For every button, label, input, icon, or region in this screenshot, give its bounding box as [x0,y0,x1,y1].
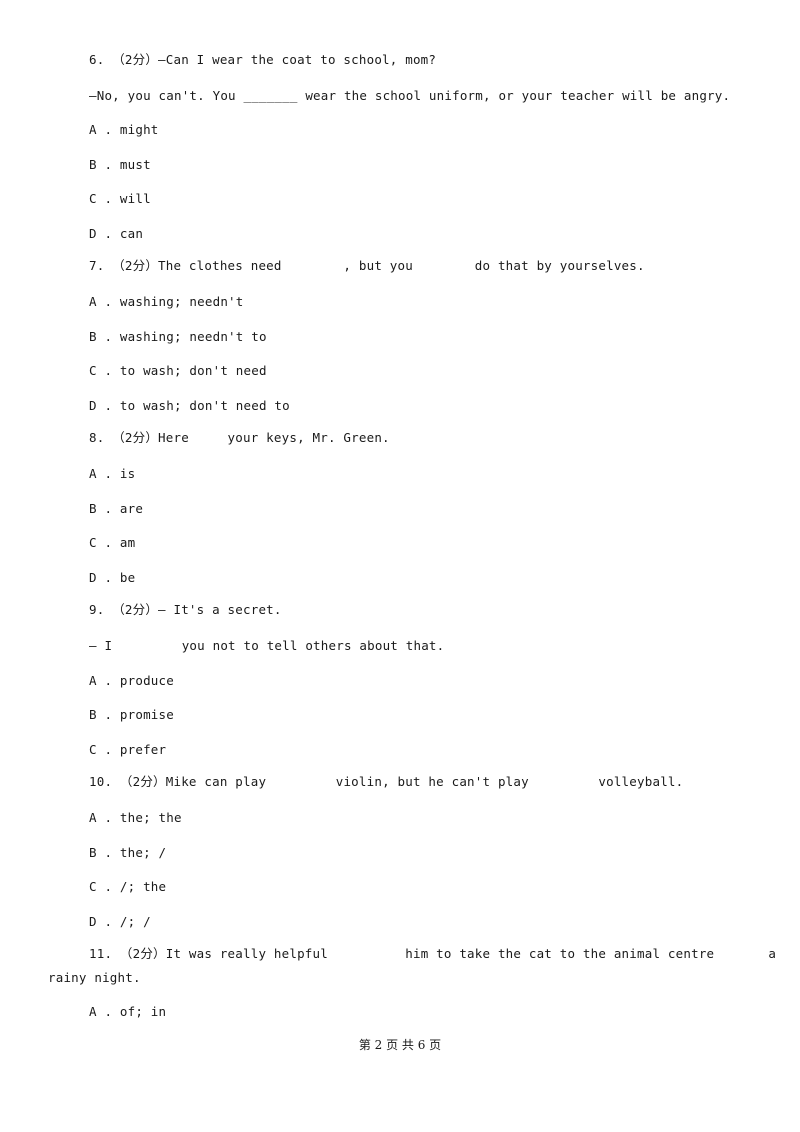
option-d: D . to wash; don't need to [89,398,290,413]
option-c: C . am [89,535,136,550]
question-text: — It's a secret. [158,602,282,617]
option-a: A . is [89,466,136,481]
question-text: The clothes need , but you do that by yo… [158,258,645,273]
question-7-stem: 7. （2分）The clothes need , but you do tha… [89,258,645,274]
option-b: B . washing; needn't to [89,329,267,344]
option-b: B . must [89,157,151,172]
option-a: A . the; the [89,810,182,825]
option-d: D . /; / [89,914,151,929]
question-number: 10. [89,774,113,789]
option-b: B . are [89,501,144,516]
question-number: 11. [89,946,113,961]
question-6-stem-2: —No, you can't. You _______ wear the sch… [89,88,731,103]
question-11-stem-2: rainy night. [48,970,141,985]
question-points: （2分） [112,258,159,273]
question-text: Mike can play violin, but he can't play … [165,774,684,789]
question-number: 8. [89,430,105,445]
question-9-stem: 9. （2分）— It's a secret. [89,602,282,618]
question-8-stem: 8. （2分）Here your keys, Mr. Green. [89,430,390,446]
question-text: Here your keys, Mr. Green. [158,430,390,445]
question-number: 9. [89,602,105,617]
question-9-stem-2: — I you not to tell others about that. [89,638,445,653]
option-a: A . washing; needn't [89,294,244,309]
question-6-stem: 6. （2分）—Can I wear the coat to school, m… [89,52,436,68]
option-d: D . be [89,570,136,585]
question-points: （2分） [112,602,159,617]
option-c: C . prefer [89,742,167,757]
option-c: C . will [89,191,151,206]
question-number: 6. [89,52,105,67]
option-c: C . to wash; don't need [89,363,267,378]
question-points: （2分） [112,52,159,67]
question-text: —Can I wear the coat to school, mom? [158,52,437,67]
question-number: 7. [89,258,105,273]
question-text: It was really helpful him to take the ca… [165,946,777,961]
question-10-stem: 10. （2分）Mike can play violin, but he can… [89,774,683,790]
option-a: A . might [89,122,159,137]
option-a: A . of; in [89,1004,167,1019]
option-c: C . /; the [89,879,167,894]
option-b: B . the; / [89,845,167,860]
question-11-stem: 11. （2分）It was really helpful him to tak… [89,946,776,962]
option-a: A . produce [89,673,174,688]
question-points: （2分） [119,774,166,789]
page-footer: 第 2 页 共 6 页 [358,1038,442,1052]
question-points: （2分） [112,430,159,445]
option-d: D . can [89,226,144,241]
option-b: B . promise [89,707,174,722]
question-points: （2分） [119,946,166,961]
